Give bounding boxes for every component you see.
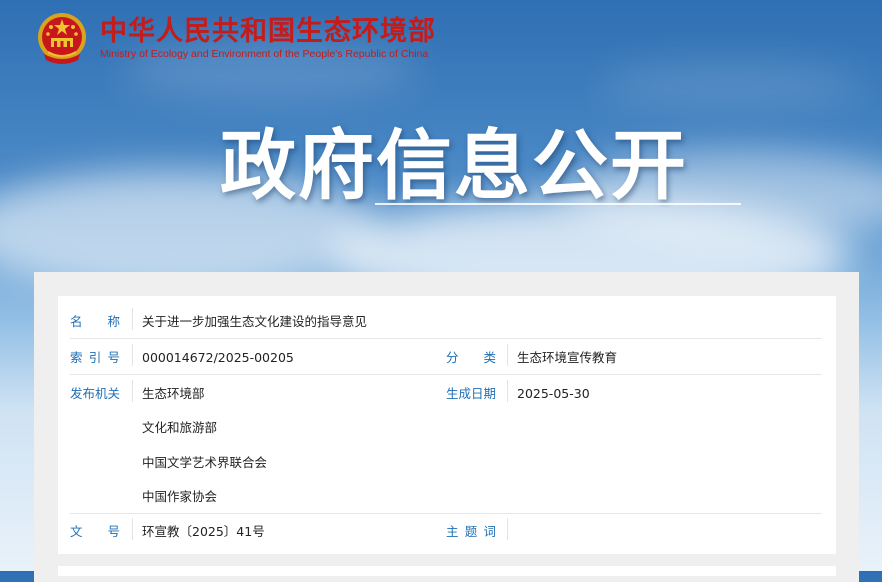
name-label: 名 称 <box>70 314 120 329</box>
divider <box>507 344 508 366</box>
doc-number-label: 文 号 <box>70 524 120 539</box>
category-value: 生态环境宣传教育 <box>517 350 618 365</box>
publisher-item: 文化和旅游部 <box>142 420 218 435</box>
divider <box>132 308 133 330</box>
category-label: 分 类 <box>446 350 496 365</box>
date-value: 2025-05-30 <box>517 386 590 401</box>
divider <box>507 380 508 402</box>
info-row-publisher: 发布机关 生态环境部 文化和旅游部 中国文学艺术界联合会 中国作家协会 生成日期… <box>70 374 822 514</box>
publisher-label: 发布机关 <box>70 386 121 401</box>
keywords-label: 主 题 词 <box>446 524 496 539</box>
page-banner-title: 政府信息公开 <box>220 121 688 210</box>
divider <box>132 380 133 402</box>
info-row-index: 索 引 号 000014672/2025-00205 分 类 生态环境宣传教育 <box>70 338 822 375</box>
publisher-item: 中国作家协会 <box>142 489 218 504</box>
info-row-name: 名 称 关于进一步加强生态文化建设的指导意见 <box>70 302 822 339</box>
index-number-value: 000014672/2025-00205 <box>142 350 294 365</box>
info-row-docno: 文 号 环宣教〔2025〕41号 主 题 词 <box>70 513 822 549</box>
divider <box>132 344 133 366</box>
national-emblem-icon <box>38 13 86 64</box>
index-label: 索 引 号 <box>70 350 120 365</box>
doc-number-value: 环宣教〔2025〕41号 <box>142 524 265 539</box>
publisher-item: 中国文学艺术界联合会 <box>142 455 268 470</box>
next-card-edge <box>58 566 836 576</box>
site-header[interactable]: 中华人民共和国生态环境部 Ministry of Ecology and Env… <box>34 10 436 68</box>
site-title-en: Ministry of Ecology and Environment of t… <box>100 48 429 60</box>
publisher-item: 生态环境部 <box>142 386 205 401</box>
sky-cloud <box>600 60 860 110</box>
date-label: 生成日期 <box>446 386 497 401</box>
document-info-card: 名 称 关于进一步加强生态文化建设的指导意见 索 引 号 000014672/2… <box>58 296 836 554</box>
document-title-value: 关于进一步加强生态文化建设的指导意见 <box>142 314 368 329</box>
divider <box>132 518 133 540</box>
divider <box>507 518 508 540</box>
banner-underline <box>375 203 741 205</box>
site-title-cn: 中华人民共和国生态环境部 <box>100 16 436 47</box>
